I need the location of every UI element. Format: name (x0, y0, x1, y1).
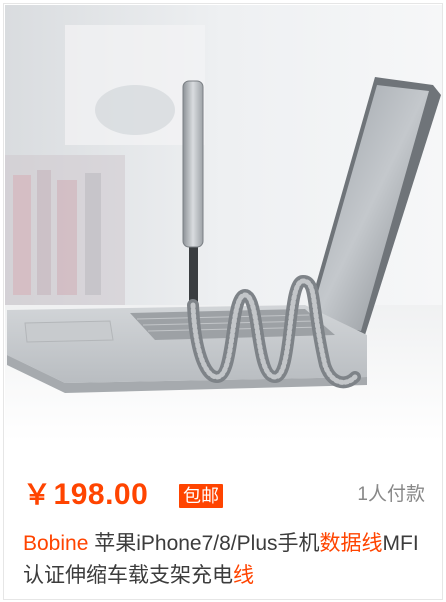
currency-symbol: ￥ (23, 479, 52, 510)
product-image[interactable] (5, 5, 442, 441)
free-shipping-badge: 包邮 (179, 484, 223, 508)
product-card[interactable]: ￥198.00 包邮 1人付款 Bobine 苹果iPhone7/8/Plus手… (3, 3, 443, 600)
laptop-with-spring-cable-phone-mount-image (5, 5, 442, 441)
price-value: 198.00 (53, 478, 149, 511)
title-part-model: 苹果iPhone7/8/Plus手机 (88, 532, 320, 555)
title-part-keyword-line: 线 (233, 564, 254, 587)
sold-count: 1人付款 (357, 484, 425, 505)
price-row: ￥198.00 包邮 1人付款 (4, 472, 444, 516)
price: ￥198.00 (23, 478, 148, 512)
title-part-keyword-cable: 数据线 (319, 532, 383, 555)
product-title[interactable]: Bobine 苹果iPhone7/8/Plus手机数据线MFI认证伸缩车载支架充… (23, 528, 427, 592)
title-part-brand: Bobine (23, 532, 89, 555)
